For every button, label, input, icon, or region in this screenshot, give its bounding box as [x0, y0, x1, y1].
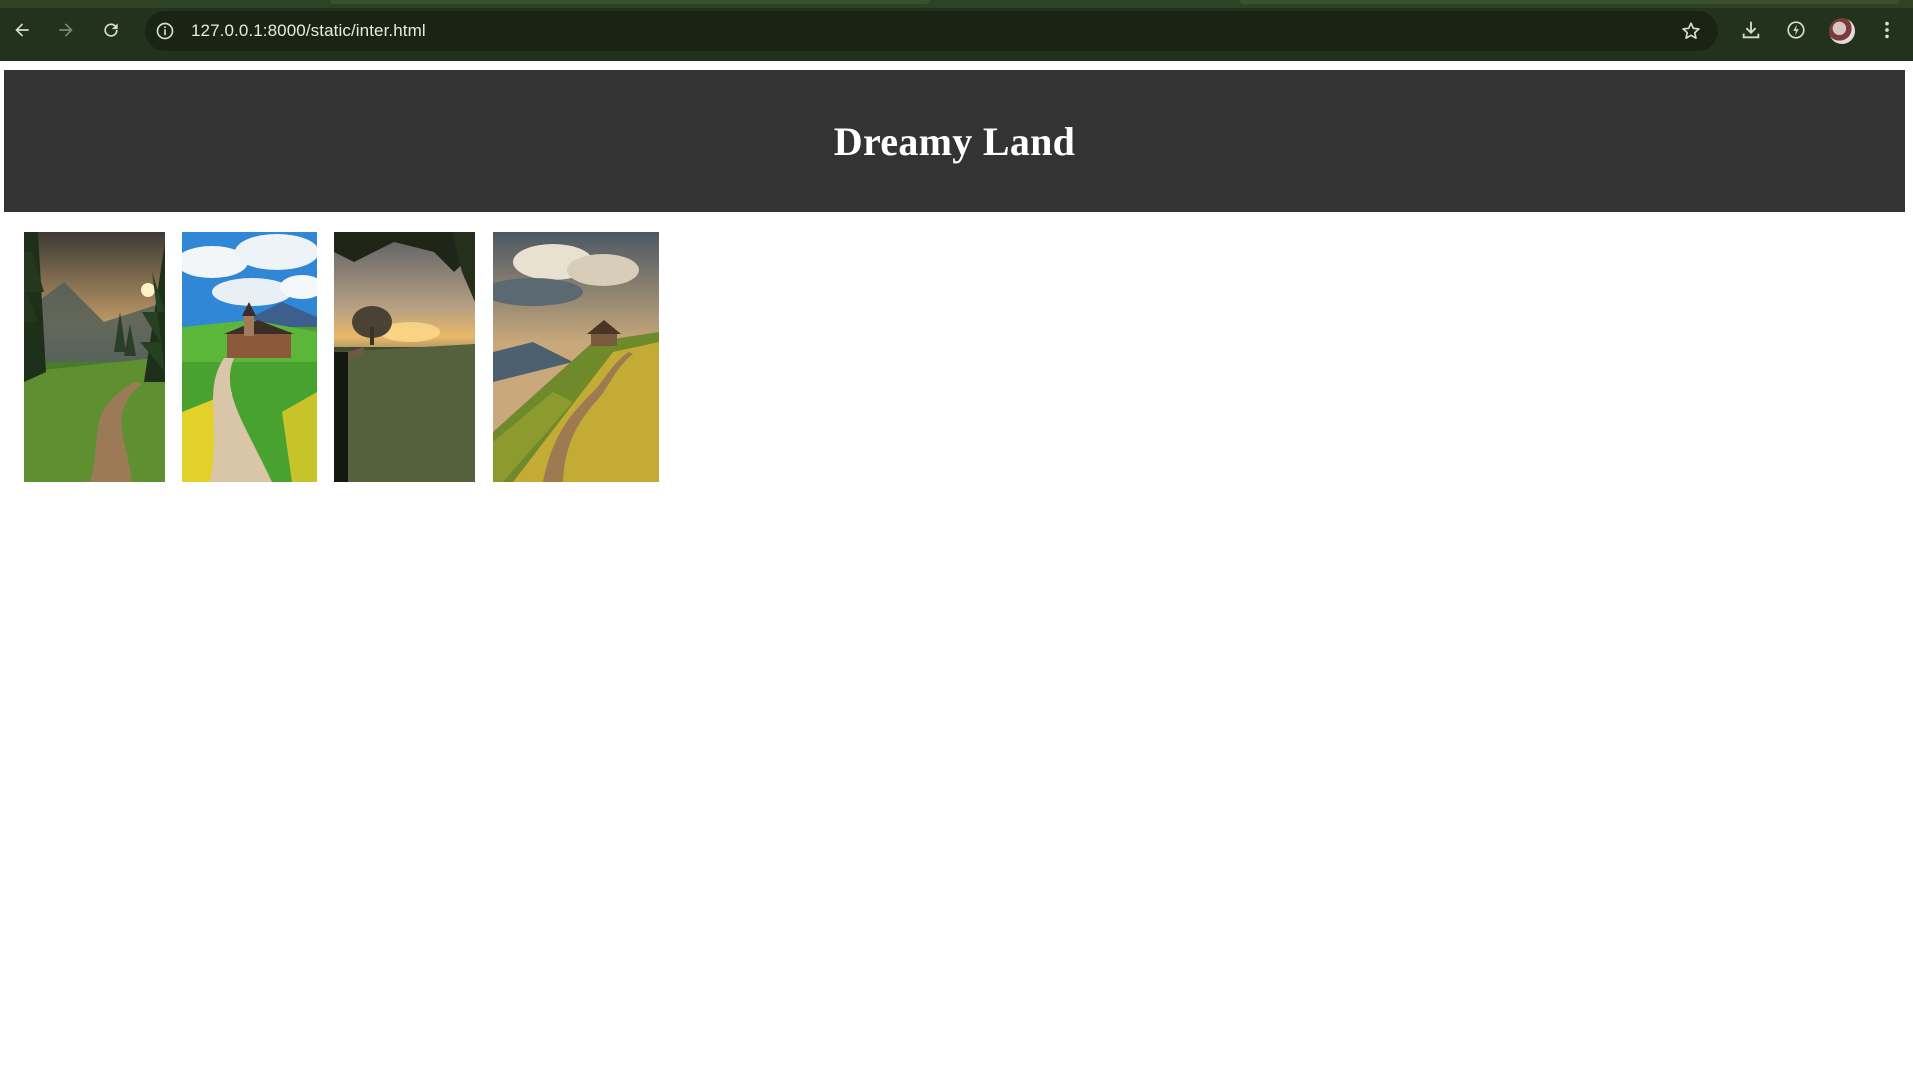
- url-text[interactable]: 127.0.0.1:8000/static/inter.html: [191, 21, 426, 41]
- gallery-image-church-meadow: [182, 232, 317, 482]
- page-header: Dreamy Land: [4, 70, 1905, 212]
- arrow-right-icon: [59, 23, 73, 37]
- star-icon: [1682, 22, 1700, 39]
- browser-tab[interactable]: [1240, 0, 1900, 4]
- arrow-left-icon: [15, 23, 29, 37]
- forward-button[interactable]: [52, 16, 80, 44]
- gallery-image-hillside-cottage: [493, 232, 659, 482]
- bookmark-button[interactable]: [1680, 20, 1702, 42]
- info-icon: [156, 22, 174, 40]
- browser-toolbar: 127.0.0.1:8000/static/inter.html: [0, 0, 1913, 61]
- reload-button[interactable]: [97, 16, 125, 44]
- address-bar[interactable]: 127.0.0.1:8000/static/inter.html: [145, 11, 1718, 51]
- back-button[interactable]: [8, 16, 36, 44]
- page-title: Dreamy Land: [833, 118, 1076, 164]
- lightning-circle-icon: [1787, 21, 1805, 39]
- site-info-button[interactable]: [155, 21, 175, 41]
- kebab-menu-icon: [1885, 21, 1889, 39]
- profile-avatar[interactable]: [1829, 18, 1855, 44]
- download-icon: [1742, 21, 1760, 39]
- gallery-image-forest-path: [24, 232, 165, 482]
- performance-button[interactable]: [1782, 16, 1810, 44]
- browser-tab[interactable]: [330, 0, 930, 4]
- reload-icon: [104, 23, 118, 37]
- downloads-button[interactable]: [1737, 16, 1765, 44]
- browser-menu-button[interactable]: [1873, 16, 1901, 44]
- gallery-image-misty-field: [334, 232, 475, 482]
